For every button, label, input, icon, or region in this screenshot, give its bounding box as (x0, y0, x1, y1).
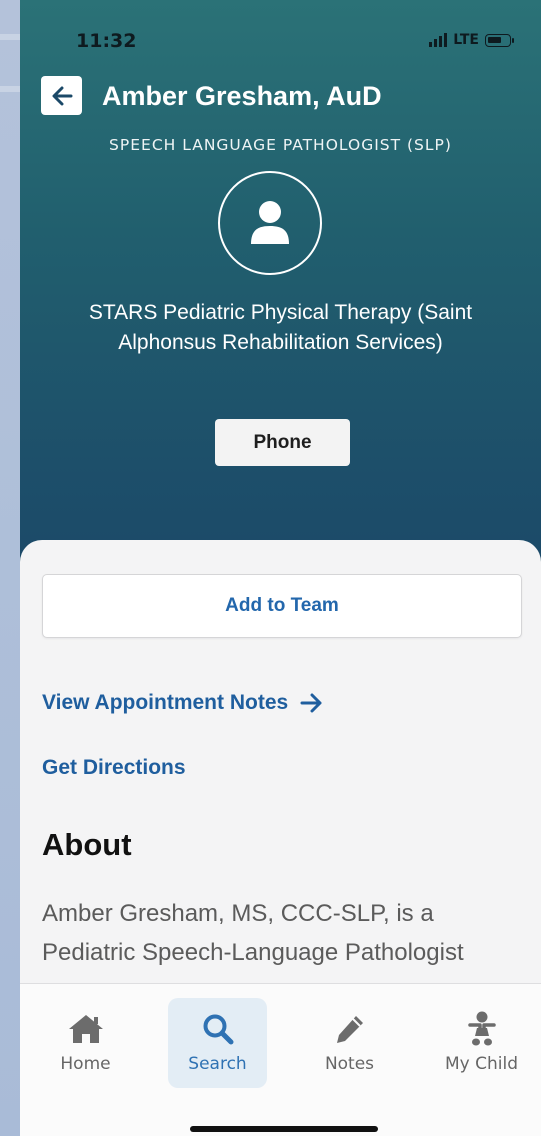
avatar (218, 171, 322, 275)
back-button[interactable] (41, 76, 82, 115)
bottom-tab-bar: Home Search Notes My Child (20, 983, 541, 1136)
add-to-team-button[interactable]: Add to Team (42, 574, 522, 638)
tab-search[interactable]: Search (168, 998, 267, 1088)
arrow-right-icon (300, 693, 322, 713)
status-indicators: LTE (429, 32, 514, 48)
home-icon (67, 1012, 105, 1046)
provider-header: 11:32 LTE Amber Gresham, AuD SPEECH LANG… (20, 0, 541, 580)
tab-notes[interactable]: Notes (300, 998, 399, 1088)
pencil-icon (333, 1012, 367, 1046)
view-appointment-notes-link[interactable]: View Appointment Notes (42, 691, 324, 715)
battery-icon (485, 33, 514, 47)
network-label: LTE (453, 32, 479, 48)
provider-name: Amber Gresham, AuD (102, 81, 382, 111)
view-appointment-notes-label: View Appointment Notes (42, 691, 289, 714)
about-heading: About (42, 827, 132, 862)
tab-home[interactable]: Home (36, 998, 135, 1088)
app-screen: 11:32 LTE Amber Gresham, AuD SPEECH LANG… (20, 0, 541, 1136)
tab-my-child[interactable]: My Child (432, 998, 531, 1088)
get-directions-link[interactable]: Get Directions (42, 756, 186, 780)
provider-role: SPEECH LANGUAGE PATHOLOGIST (SLP) (109, 136, 452, 154)
person-icon (251, 201, 289, 244)
tab-my-child-label: My Child (444, 1054, 518, 1074)
baby-icon (467, 1011, 497, 1046)
tab-search-label: Search (188, 1054, 247, 1074)
phone-button[interactable]: Phone (215, 419, 350, 466)
arrow-left-icon (52, 86, 72, 105)
tab-notes-label: Notes (324, 1054, 375, 1074)
tab-home-label: Home (60, 1054, 111, 1074)
signal-icon (429, 33, 448, 47)
background-stripe (0, 34, 20, 40)
about-text: Amber Gresham, MS, CCC-SLP, is a Pediatr… (42, 900, 464, 966)
search-icon (201, 1012, 235, 1046)
background-window (0, 0, 20, 1136)
status-time: 11:32 (76, 30, 137, 52)
provider-organization: STARS Pediatric Physical Therapy (Saint … (88, 301, 473, 354)
background-stripe (0, 86, 20, 92)
home-indicator[interactable] (190, 1126, 378, 1132)
